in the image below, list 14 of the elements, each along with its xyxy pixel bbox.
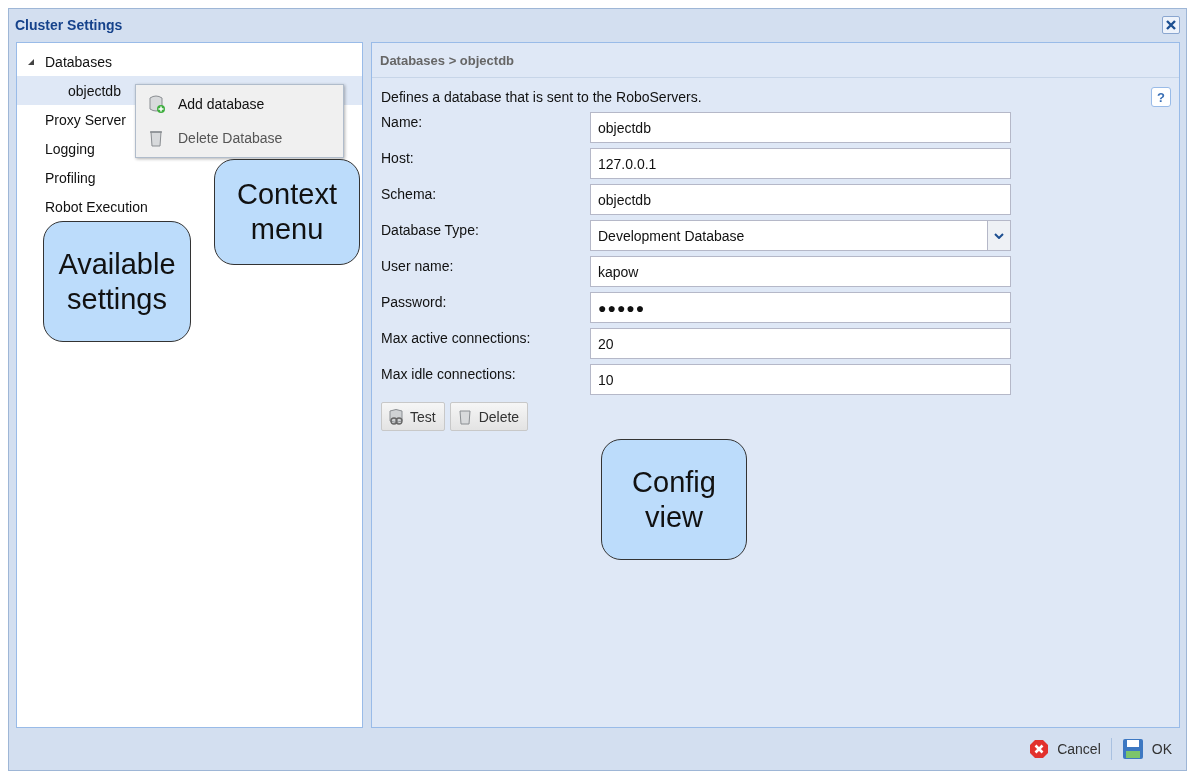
field-label: Max active connections: — [381, 330, 532, 346]
callout-bubble: Config view — [601, 439, 747, 560]
breadcrumb: Databases > objectdb — [372, 43, 1179, 78]
callout-bubble: Available settings — [43, 221, 191, 342]
field-label: Schema: — [381, 186, 438, 202]
field-label: Host: — [381, 150, 415, 166]
field-label: Name: — [381, 114, 424, 130]
callout-bubble: Context menu — [214, 159, 360, 265]
description-text: Defines a database that is sent to the RoboServers. — [381, 89, 702, 105]
field-label: User name: — [381, 258, 455, 274]
field-label: Database Type: — [381, 222, 480, 238]
field-label: Max idle connections: — [381, 366, 517, 382]
window-title: Cluster Settings — [15, 16, 123, 33]
field-label: Password: — [381, 294, 448, 310]
